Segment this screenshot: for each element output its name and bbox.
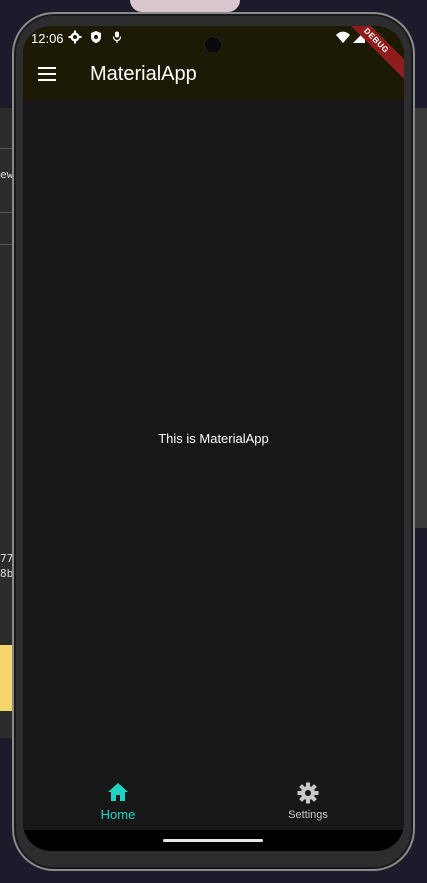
settings-gear-icon	[297, 782, 319, 804]
background-figure	[130, 0, 240, 12]
phone-screen: 12:06 MaterialApp DEBUG This is Material…	[23, 26, 404, 851]
nav-item-settings[interactable]: Settings	[258, 782, 358, 821]
gesture-area	[23, 830, 404, 851]
gesture-handle[interactable]	[163, 839, 263, 842]
app-bar: MaterialApp	[23, 52, 404, 100]
app-title: MaterialApp	[90, 63, 197, 85]
nav-label-settings: Settings	[288, 809, 328, 821]
nav-item-home[interactable]: Home	[68, 782, 168, 822]
body-text: This is MaterialApp	[158, 431, 269, 446]
wifi-icon	[336, 31, 350, 43]
mic-icon	[112, 31, 122, 43]
nav-label-home: Home	[100, 807, 136, 822]
shield-icon	[91, 31, 101, 43]
gear-icon	[68, 30, 82, 44]
background-right-panel	[413, 108, 427, 528]
home-icon	[108, 783, 128, 801]
front-camera	[205, 37, 221, 53]
bottom-navigation-bar: Home Settings	[23, 774, 404, 830]
menu-icon[interactable]	[38, 67, 58, 83]
status-bar: 12:06	[23, 26, 404, 53]
status-time: 12:06	[31, 31, 64, 46]
